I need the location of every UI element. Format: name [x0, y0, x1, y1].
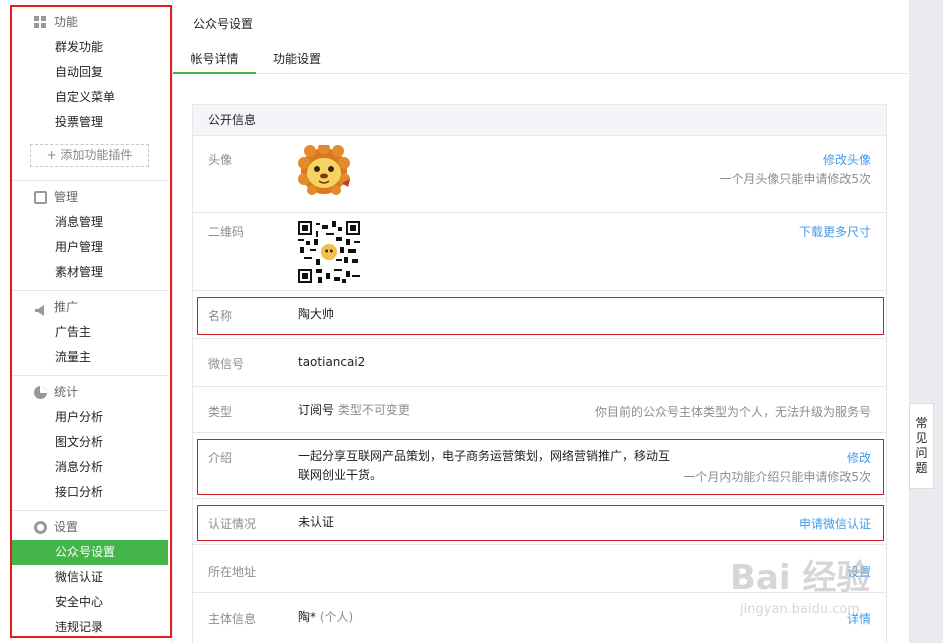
nav-group-promote: 推广 广告主 流量主: [12, 295, 168, 370]
megaphone-icon: [34, 301, 47, 316]
change-avatar-link[interactable]: 修改头像: [823, 151, 871, 168]
entity-label: 主体信息: [208, 612, 257, 626]
row-qrcode: 二维码 下载更多尺寸: [193, 213, 886, 291]
tab-bar: 帐号详情 功能设置: [173, 44, 910, 74]
divider: [12, 290, 168, 291]
faq-button[interactable]: 常 见 问 题: [909, 403, 934, 489]
intro-label: 介绍: [208, 451, 233, 465]
nav-group-stats: 统计 用户分析 图文分析 消息分析 接口分析: [12, 380, 168, 505]
sidebar-item-message-analysis[interactable]: 消息分析: [12, 455, 168, 480]
type-value-text: 订阅号: [298, 403, 335, 417]
divider: [12, 180, 168, 181]
type-fixed-note: 类型不可变更: [337, 403, 410, 417]
avatar-label: 头像: [208, 153, 233, 167]
intro-line-1: 一起分享互联网产品策划，电子商务运营策划，网络营销推广，移动互: [298, 449, 671, 463]
sidebar-item-user-analysis[interactable]: 用户分析: [12, 405, 168, 430]
group-head-promote: 推广: [12, 295, 168, 320]
row-verification: 认证情况 未认证 申请微信认证: [193, 499, 886, 545]
sidebar-item-publisher[interactable]: 流量主: [12, 345, 168, 370]
sidebar-item-advertiser[interactable]: 广告主: [12, 320, 168, 345]
group-head-manage: 管理: [12, 185, 168, 210]
faq-char: 问: [915, 446, 928, 460]
gear-icon: [34, 521, 47, 534]
row-name: 名称 陶大帅: [193, 291, 886, 339]
type-upgrade-note: 你目前的公众号主体类型为个人，无法升级为服务号: [594, 405, 871, 419]
row-wechat-id: 微信号 taotiancai2: [193, 339, 886, 387]
wechat-id-label: 微信号: [208, 357, 245, 371]
sidebar-item-api-analysis[interactable]: 接口分析: [12, 480, 168, 505]
intro-limit-note: 一个月内功能介绍只能申请修改5次: [683, 470, 871, 484]
row-type: 类型 订阅号 类型不可变更 你目前的公众号主体类型为个人，无法升级为服务号: [193, 387, 886, 433]
faq-char: 见: [915, 431, 928, 445]
baidu-watermark: Bai 经验 jingyan.baidu.com: [730, 550, 900, 630]
sidebar-item-custom-menu[interactable]: 自定义菜单: [12, 85, 168, 110]
row-intro: 介绍 一起分享互联网产品策划，电子商务运营策划，网络营销推广，移动互 联网创业干…: [193, 433, 886, 499]
qrcode-label: 二维码: [208, 225, 245, 239]
grid-icon: [34, 16, 47, 29]
nav-group-manage: 管理 消息管理 用户管理 素材管理: [12, 185, 168, 285]
card-header: 公开信息: [193, 105, 886, 136]
type-label: 类型: [208, 405, 233, 419]
divider: [12, 510, 168, 511]
divider: [12, 375, 168, 376]
faq-char: 题: [915, 461, 928, 475]
intro-value: 一起分享互联网产品策划，电子商务运营策划，网络营销推广，移动互 联网创业干货。: [298, 447, 688, 485]
watermark-url: jingyan.baidu.com: [740, 602, 860, 617]
group-head-stats: 统计: [12, 380, 168, 405]
sidebar-item-account-settings[interactable]: 公众号设置: [12, 540, 168, 565]
apply-verification-link[interactable]: 申请微信认证: [799, 515, 871, 532]
qrcode-image: [298, 221, 360, 283]
avatar: [298, 142, 354, 195]
intro-line-2: 联网创业干货。: [298, 468, 383, 482]
download-sizes-link[interactable]: 下载更多尺寸: [799, 223, 871, 240]
sidebar-item-auto-reply[interactable]: 自动回复: [12, 60, 168, 85]
sidebar-item-vote[interactable]: 投票管理: [12, 110, 168, 135]
nav-group-features: 功能 群发功能 自动回复 自定义菜单 投票管理: [12, 10, 168, 135]
group-head-settings: 设置: [12, 515, 168, 540]
page-title: 公众号设置: [193, 17, 254, 31]
name-value: 陶大帅: [298, 307, 335, 321]
tab-account-details[interactable]: 帐号详情: [173, 50, 256, 74]
right-rail: [909, 0, 943, 643]
entity-type-note: (个人): [319, 610, 354, 624]
row-avatar: 头像 修改头像 一个月头像只能申请修改5次: [193, 137, 886, 213]
sidebar-item-users[interactable]: 用户管理: [12, 235, 168, 260]
faq-char: 常: [915, 416, 928, 430]
sidebar-item-mass-send[interactable]: 群发功能: [12, 35, 168, 60]
edit-intro-link[interactable]: 修改: [847, 449, 871, 466]
wechat-id-value: taotiancai2: [298, 355, 366, 369]
tab-feature-settings[interactable]: 功能设置: [273, 50, 321, 67]
add-plugin-button[interactable]: + 添加功能插件: [30, 144, 149, 167]
verification-label: 认证情况: [208, 517, 257, 531]
nav-group-settings: 设置 公众号设置 微信认证 安全中心 违规记录: [12, 515, 168, 640]
pie-chart-icon: [34, 386, 47, 399]
sidebar-item-security-center[interactable]: 安全中心: [12, 590, 168, 615]
main-panel: 公众号设置 帐号详情 功能设置 公开信息 头像 修改头像 一个月头像只能申请修改…: [172, 0, 910, 643]
sidebar-item-wechat-verify[interactable]: 微信认证: [12, 565, 168, 590]
sidebar-item-materials[interactable]: 素材管理: [12, 260, 168, 285]
group-head-features: 功能: [12, 10, 168, 35]
entity-value-text: 陶*: [298, 610, 317, 624]
sidebar: 功能 群发功能 自动回复 自定义菜单 投票管理 + 添加功能插件 管理 消息管理…: [0, 0, 178, 643]
sidebar-item-messages[interactable]: 消息管理: [12, 210, 168, 235]
watermark-brand: Bai 经验: [730, 558, 871, 598]
sidebar-item-article-analysis[interactable]: 图文分析: [12, 430, 168, 455]
verification-value: 未认证: [298, 515, 335, 529]
type-value: 订阅号 类型不可变更: [298, 401, 410, 420]
entity-value: 陶* (个人): [298, 608, 353, 627]
name-label: 名称: [208, 309, 233, 323]
sidebar-item-violation-records[interactable]: 违规记录: [12, 615, 168, 640]
address-label: 所在地址: [208, 565, 257, 579]
avatar-limit-note: 一个月头像只能申请修改5次: [719, 172, 871, 186]
inbox-icon: [34, 191, 47, 204]
